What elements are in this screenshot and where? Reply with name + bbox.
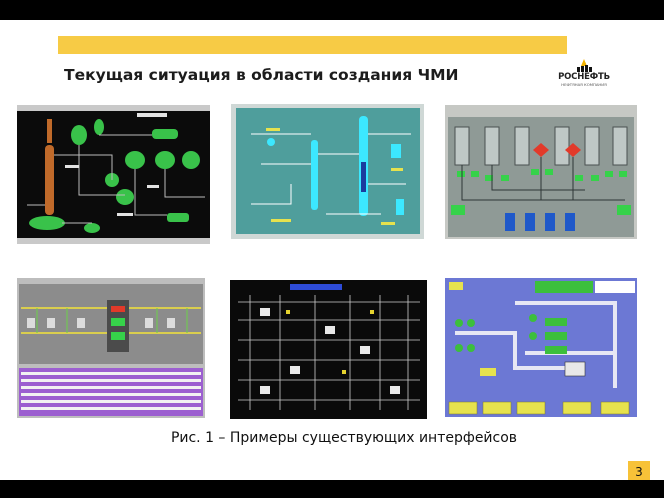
hmi-screenshot-2 xyxy=(231,104,424,239)
hmi-screenshot-4 xyxy=(17,278,205,418)
hmi-reactor-grid-image xyxy=(445,105,637,239)
figure-caption: Рис. 1 – Примеры существующих интерфейсо… xyxy=(0,430,664,446)
accent-band xyxy=(58,36,567,54)
bottom-bar xyxy=(0,480,664,498)
hmi-screenshot-5 xyxy=(230,280,427,419)
hmi-screenshot-3 xyxy=(445,105,637,239)
hmi-column-green-image xyxy=(17,105,210,244)
hmi-screenshot-6 xyxy=(445,278,637,417)
slide-title: Текущая ситуация в области создания ЧМИ xyxy=(64,66,459,84)
logo-name: РОСНЕФТЬ xyxy=(558,72,610,82)
logo-subtitle: НЕФТЯНАЯ КОМПАНИЯ xyxy=(561,82,607,87)
hmi-screenshot-1 xyxy=(17,105,210,244)
company-logo: РОСНЕФТЬ НЕФТЯНАЯ КОМПАНИЯ xyxy=(551,58,617,98)
hmi-column-cyan-image xyxy=(231,104,424,239)
hmi-pipeline-table-image xyxy=(17,278,205,418)
top-bar xyxy=(0,0,664,20)
hmi-blue-conveyor-image xyxy=(445,278,637,417)
caption-text: Рис. 1 – Примеры существующих интерфейсо… xyxy=(170,430,518,446)
hmi-dark-mimic-image xyxy=(230,280,427,419)
